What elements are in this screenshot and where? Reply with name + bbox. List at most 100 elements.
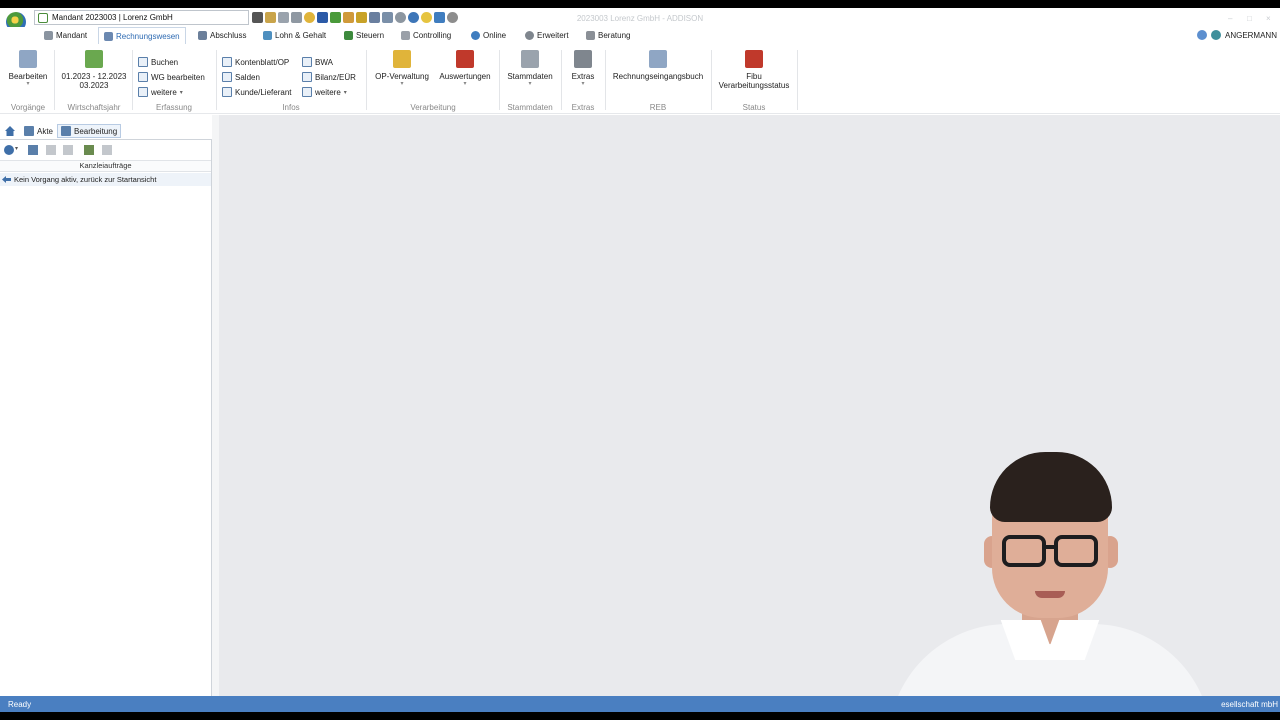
glasses xyxy=(1044,545,1056,549)
beratung-icon xyxy=(586,31,595,40)
tab-steuern[interactable]: Steuern xyxy=(344,27,384,44)
binoculars-icon[interactable] xyxy=(252,12,263,23)
salden-button[interactable]: Salden xyxy=(222,72,260,82)
ledger-icon xyxy=(222,57,232,67)
kanzleiauftraege-panel: ▾ Kanzleiaufträge Kein Vorgang aktiv, zu… xyxy=(0,139,212,704)
settings-icon[interactable] xyxy=(382,12,393,23)
globe-icon[interactable] xyxy=(447,12,458,23)
list-settings-icon[interactable] xyxy=(84,145,94,155)
close-button[interactable]: × xyxy=(1266,14,1271,23)
glasses xyxy=(1054,535,1098,567)
chevron-down-icon: ▾ xyxy=(400,81,404,87)
kunde-lieferant-button[interactable]: Kunde/Lieferant xyxy=(222,87,292,97)
fibu-verarbeitungsstatus-button[interactable]: Fibu Verarbeitungsstatus xyxy=(715,50,793,90)
tab-online[interactable]: Online xyxy=(471,27,506,44)
online-icon xyxy=(471,31,480,40)
tab-akte[interactable]: Akte xyxy=(24,124,53,138)
pencil-icon xyxy=(138,72,148,82)
refresh-icon[interactable] xyxy=(304,12,315,23)
grid-icon[interactable] xyxy=(102,145,112,155)
quick-access-toolbar xyxy=(252,12,458,24)
forward-arrow-icon[interactable] xyxy=(63,145,73,155)
ribbon-separator xyxy=(561,50,562,110)
tab-beratung[interactable]: Beratung xyxy=(586,27,630,44)
infos-weitere-button[interactable]: weitere ▾ xyxy=(302,87,347,97)
target-icon[interactable] xyxy=(408,12,419,23)
bilanz-eur-button[interactable]: Bilanz/EÜR xyxy=(302,72,356,82)
word-icon[interactable] xyxy=(317,12,328,23)
tab-erweitert[interactable]: Erweitert xyxy=(525,27,569,44)
home-icon[interactable] xyxy=(4,125,16,137)
auswertungen-button[interactable]: Auswertungen ▾ xyxy=(436,50,494,87)
restore-button[interactable]: □ xyxy=(1247,14,1252,23)
ribbon-separator xyxy=(499,50,500,110)
group-verarbeitung: OP-Verwaltung ▾ Auswertungen ▾ Verarbeit… xyxy=(368,44,498,114)
chevron-down-icon: ▾ xyxy=(581,81,585,87)
calendar-icon[interactable] xyxy=(369,12,380,23)
first-page-icon[interactable] xyxy=(28,145,38,155)
group-stammdaten: Stammdaten ▾ Stammdaten xyxy=(501,44,559,114)
mandant-selector-icon xyxy=(38,13,48,23)
tab-abschluss[interactable]: Abschluss xyxy=(198,27,246,44)
stammdaten-button[interactable]: Stammdaten ▾ xyxy=(503,50,557,87)
edit-icon xyxy=(138,57,148,67)
more-icon xyxy=(138,87,148,97)
back-arrow-icon xyxy=(2,176,11,183)
list-item-label: Kein Vorgang aktiv, zurück zur Startansi… xyxy=(14,175,157,184)
tab-controlling[interactable]: Controlling xyxy=(401,27,451,44)
tab-mandant[interactable]: Mandant xyxy=(44,27,87,44)
buchen-button[interactable]: Buchen xyxy=(138,57,178,67)
minimize-button[interactable]: – xyxy=(1228,14,1232,23)
edit-icon[interactable] xyxy=(265,12,276,23)
group-vorgaenge: Bearbeiten ▾ Vorgänge xyxy=(4,44,52,114)
filter-icon[interactable] xyxy=(4,145,14,155)
nav-tabs: Akte Bearbeitung xyxy=(0,115,212,139)
mail-icon[interactable] xyxy=(356,12,367,23)
chevron-down-icon: ▾ xyxy=(528,81,532,87)
list-item[interactable]: Kein Vorgang aktiv, zurück zur Startansi… xyxy=(0,173,211,186)
print-icon[interactable] xyxy=(291,12,302,23)
mandant-selector[interactable]: Mandant 2023003 | Lorenz GmbH xyxy=(34,10,249,25)
user-indicator[interactable]: ANGERMANN xyxy=(1196,30,1277,40)
presenter-mouth xyxy=(1035,591,1065,598)
group-status: Fibu Verarbeitungsstatus Status xyxy=(713,44,795,114)
wg-bearbeiten-button[interactable]: WG bearbeiten xyxy=(138,72,205,82)
folder-icon xyxy=(393,50,411,68)
wirtschaftsjahr-button[interactable]: 01.2023 - 12.2023 03.2023 xyxy=(60,50,128,90)
column-header[interactable]: Kanzleiaufträge xyxy=(0,160,211,172)
lightbulb-icon[interactable] xyxy=(421,12,432,23)
status-company: esellschaft mbH xyxy=(1221,700,1278,709)
tab-bearbeitung[interactable]: Bearbeitung xyxy=(57,124,122,138)
chevron-down-icon: ▾ xyxy=(463,81,467,87)
monitor-icon[interactable] xyxy=(434,12,445,23)
ribbon-separator xyxy=(711,50,712,110)
splitter[interactable] xyxy=(212,115,219,704)
edit-list-icon xyxy=(61,126,71,136)
presenter-hair xyxy=(990,452,1112,522)
tab-rechnungswesen[interactable]: Rechnungswesen xyxy=(98,27,186,44)
rechnungseingangsbuch-button[interactable]: Rechnungseingangsbuch xyxy=(609,50,707,81)
chevron-down-icon: ▾ xyxy=(26,81,30,87)
op-verwaltung-button[interactable]: OP-Verwaltung ▾ xyxy=(372,50,432,87)
search-icon[interactable] xyxy=(395,12,406,23)
kontenblatt-op-button[interactable]: Kontenblatt/OP xyxy=(222,57,289,67)
chevron-down-icon[interactable]: ▾ xyxy=(15,145,20,155)
erfassung-weitere-button[interactable]: weitere ▾ xyxy=(138,87,183,97)
back-arrow-icon[interactable] xyxy=(46,145,56,155)
group-infos: Kontenblatt/OP Salden Kunde/Lieferant BW… xyxy=(218,44,364,114)
tools-icon xyxy=(574,50,592,68)
document-icon[interactable] xyxy=(278,12,289,23)
ribbon-separator xyxy=(54,50,55,110)
extras-button[interactable]: Extras ▾ xyxy=(565,50,601,87)
check-icon[interactable] xyxy=(330,12,341,23)
bwa-button[interactable]: BWA xyxy=(302,57,333,67)
steuern-icon xyxy=(344,31,353,40)
calendar-icon xyxy=(85,50,103,68)
controlling-icon xyxy=(401,31,410,40)
table-icon[interactable] xyxy=(343,12,354,23)
ribbon-separator xyxy=(797,50,798,110)
bearbeiten-button[interactable]: Bearbeiten ▾ xyxy=(8,50,48,87)
help-icon[interactable] xyxy=(1196,30,1207,40)
user-name: ANGERMANN xyxy=(1224,30,1277,40)
tab-lohn-gehalt[interactable]: Lohn & Gehalt xyxy=(263,27,326,44)
